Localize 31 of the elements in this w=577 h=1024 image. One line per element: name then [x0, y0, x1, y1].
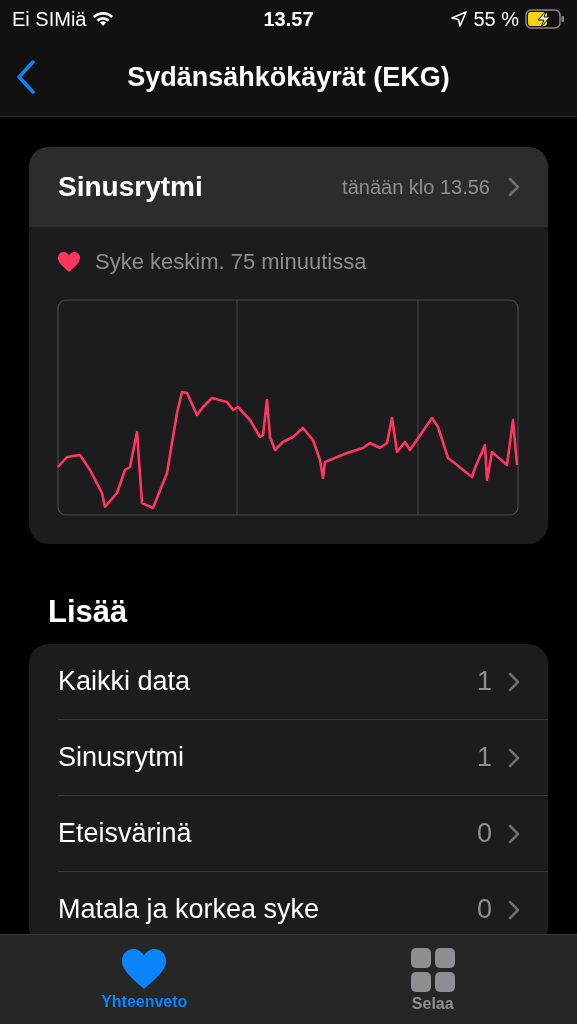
battery-percent: 55 %: [473, 7, 519, 31]
chevron-icon: [508, 177, 520, 197]
row-count: 0: [476, 894, 492, 925]
chevron-icon: [508, 747, 520, 768]
row-count: 0: [476, 818, 492, 849]
carrier-label: Ei SIMiä: [12, 7, 87, 31]
back-chevron-icon[interactable]: [16, 60, 36, 94]
chevron-icon: [508, 671, 520, 692]
heart-icon: [120, 947, 169, 991]
tab[interactable]: Yhteenveto: [0, 935, 289, 1024]
row-count: 1: [476, 742, 492, 773]
row-label[interactable]: Matala ja korkea syke: [58, 894, 320, 924]
grid-icon: [409, 947, 456, 993]
rhythm-title: Sinusrytmi: [58, 171, 204, 203]
wifi-icon: [92, 11, 115, 27]
chevron-icon: [508, 899, 520, 920]
tab[interactable]: Selaa: [288, 935, 577, 1024]
ecg-card[interactable]: Sinusrytmi tänään klo 13.56 Syke keskim. 75 minuutissa: [29, 147, 548, 544]
chevron-icon: [508, 823, 520, 844]
section-heading: Lisää: [48, 594, 129, 630]
row-label[interactable]: Eteisvärinä: [58, 818, 192, 848]
row-label[interactable]: Kaikki data: [58, 666, 191, 696]
row-label[interactable]: Sinusrytmi: [58, 742, 185, 772]
heart-icon: [57, 251, 81, 273]
row-count: 1: [476, 666, 492, 697]
battery-icon: [525, 9, 565, 29]
screen-title: Sydänsähkökäyrät (EKG): [127, 61, 450, 93]
clock-time: 13.57: [263, 7, 314, 31]
location-arrow-icon: [451, 11, 468, 27]
recording-date: tänään klo 13.56: [342, 175, 490, 199]
average-heart-rate: Syke keskim. 75 minuutissa: [95, 249, 367, 275]
